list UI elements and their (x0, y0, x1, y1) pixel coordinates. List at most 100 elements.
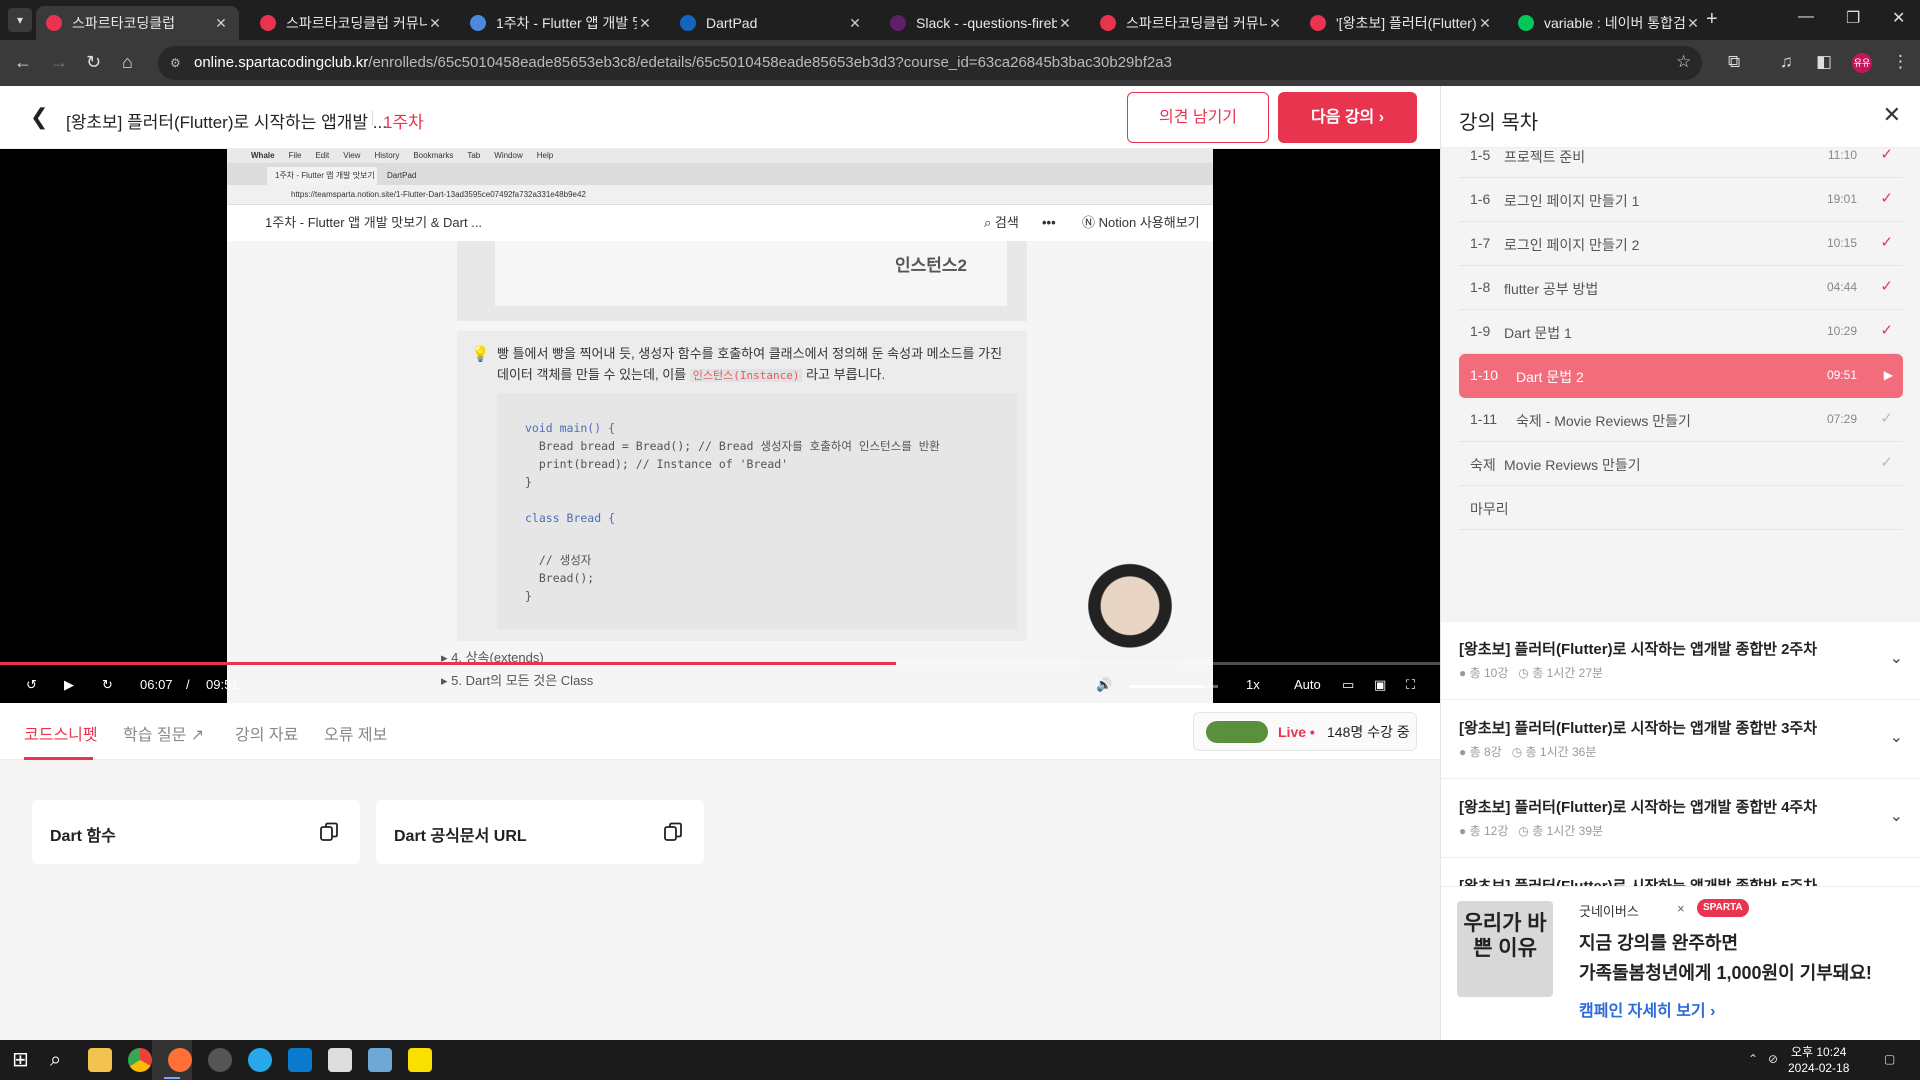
tab-materials[interactable]: 강의 자료 (235, 721, 298, 745)
browser-tab[interactable]: 1주차 - Flutter 앱 개발 및 ✕ (460, 6, 663, 40)
video-progress-fill (0, 662, 896, 665)
tab-close-icon[interactable]: ✕ (637, 15, 653, 32)
browser-tab[interactable]: 스파르타코딩클럽 커뮤니 ✕ (250, 6, 453, 40)
extensions-icon[interactable]: ⧉ (1728, 52, 1740, 72)
restore-button[interactable]: ❐ (1846, 8, 1860, 28)
tab-report-error[interactable]: 오류 제보 (324, 721, 387, 745)
tab-close-icon[interactable]: ✕ (427, 15, 443, 32)
kakaotalk-icon[interactable] (408, 1048, 432, 1072)
inner-url-bar: https://teamsparta.notion.site/1-Flutter… (227, 185, 1213, 205)
bookmark-star-icon[interactable]: ☆ (1676, 52, 1691, 72)
tab-search-menu-button[interactable]: ▾ (8, 8, 32, 32)
subtitles-icon[interactable]: ▭ (1342, 677, 1354, 693)
browser-tab[interactable]: '[왕초보] 플러터(Flutter) ✕ (1300, 6, 1503, 40)
fullscreen-icon[interactable]: ⛶ (1406, 677, 1415, 693)
chrome-icon[interactable] (128, 1048, 152, 1072)
rewind-10-icon[interactable]: ↺ (26, 677, 37, 693)
browser-tab[interactable]: 스파르타코딩클럽 ✕ (36, 6, 239, 40)
lesson-name: 프로젝트 준비 (1504, 149, 1586, 165)
week-accordion[interactable]: [왕초보] 플러터(Flutter)로 시작하는 앱개발 종합반 4주차 ● 총 … (1441, 780, 1920, 858)
tab-close-icon[interactable]: ✕ (1267, 15, 1283, 32)
windows-start-icon[interactable]: ⊞ (12, 1048, 36, 1072)
snippet-card[interactable]: Dart 함수 (32, 800, 360, 864)
browser-menu-icon[interactable]: ⋮ (1892, 52, 1909, 72)
lesson-item[interactable]: 1-11 숙제 - Movie Reviews 만들기 07:29 ✓ (1459, 398, 1903, 442)
volume-slider[interactable] (1130, 685, 1218, 688)
copy-icon[interactable] (664, 822, 682, 842)
favicon-icon (260, 15, 276, 31)
lesson-item[interactable]: 1-8 flutter 공부 방법 04:44 ✓ (1459, 266, 1903, 310)
campaign-link[interactable]: 캠페인 자세히 보기 › (1579, 997, 1715, 1021)
lesson-duration: 09:51 (1826, 368, 1857, 382)
app-icon[interactable] (368, 1048, 392, 1072)
browser-tab[interactable]: DartPad ✕ (670, 6, 873, 40)
speed-button[interactable]: 1x (1246, 677, 1260, 692)
tab-close-icon[interactable]: ✕ (213, 15, 229, 32)
snippets-panel: Dart 함수 Dart 공식문서 URL (0, 760, 1440, 1040)
favicon-icon (46, 15, 62, 31)
new-tab-button[interactable]: + (1706, 8, 1718, 31)
quality-button[interactable]: Auto (1294, 677, 1321, 692)
minimize-button[interactable]: — (1798, 8, 1814, 26)
tab-close-icon[interactable]: ✕ (1685, 15, 1701, 32)
site-info-icon[interactable]: ⚙ (170, 56, 181, 70)
system-clock[interactable]: 오후 10:24 2024-02-18 (1788, 1044, 1849, 1076)
notification-icon[interactable]: ▢ (1884, 1052, 1895, 1066)
side-panel-icon[interactable]: ◧ (1816, 52, 1832, 72)
tab-code-snippets[interactable]: 코드스니펫 (24, 721, 98, 745)
home-icon[interactable]: ⌂ (122, 52, 133, 73)
lesson-item[interactable]: 1-7 로그인 페이지 만들기 2 10:15 ✓ (1459, 222, 1903, 266)
back-arrow-icon[interactable]: ❮ (30, 104, 48, 130)
snippet-card[interactable]: Dart 공식문서 URL (376, 800, 704, 864)
tab-questions[interactable]: 학습 질문 ↗ (123, 721, 204, 745)
profile-avatar[interactable]: 유유 (1852, 53, 1872, 73)
next-lecture-button[interactable]: 다음 강의 › (1278, 92, 1417, 143)
play-icon[interactable]: ▶ (64, 677, 74, 693)
tab-title: 1주차 - Flutter 앱 개발 및 (496, 15, 637, 31)
feedback-button[interactable]: 의견 남기기 (1127, 92, 1269, 143)
week-accordion[interactable]: [왕초보] 플러터(Flutter)로 시작하는 앱개발 종합반 2주차 ● 총 … (1441, 622, 1920, 700)
tray-expand-icon[interactable]: ⌃ (1748, 1052, 1758, 1066)
reload-icon[interactable]: ↻ (86, 52, 101, 73)
lesson-item[interactable]: 1-9 Dart 문법 1 10:29 ✓ (1459, 310, 1903, 354)
instance-inner: 인스턴스2 (495, 241, 1007, 306)
check-icon: ✓ (1880, 146, 1893, 163)
address-bar[interactable]: online.spartacodingclub.kr/enrolleds/65c… (158, 46, 1702, 80)
theater-mode-icon[interactable]: ▣ (1374, 677, 1386, 693)
network-icon[interactable]: ⊘ (1768, 1052, 1778, 1066)
more-icon: ••• (1042, 215, 1056, 230)
video-progress-bar[interactable] (0, 662, 1440, 665)
browser-tab[interactable]: variable : 네이버 통합검 ✕ (1508, 6, 1711, 40)
live-label: Live • (1278, 724, 1315, 740)
media-controls-icon[interactable]: ♫ (1780, 52, 1793, 72)
lesson-item[interactable]: 숙제 Movie Reviews 만들기 ✓ (1459, 442, 1903, 486)
browser-tab[interactable]: 스파르타코딩클럽 커뮤니 ✕ (1090, 6, 1293, 40)
week-accordion[interactable]: [왕초보] 플러터(Flutter)로 시작하는 앱개발 종합반 3주차 ● 총 … (1441, 701, 1920, 779)
lesson-item[interactable]: 1-10 Dart 문법 2 09:51 ▶ (1459, 354, 1903, 398)
check-icon: ✓ (1880, 410, 1893, 427)
firefox-icon[interactable] (168, 1048, 192, 1072)
vscode-icon[interactable] (288, 1048, 312, 1072)
tab-close-icon[interactable]: ✕ (847, 15, 863, 32)
lesson-item[interactable]: 마무리 (1459, 486, 1903, 530)
obs-icon[interactable] (208, 1048, 232, 1072)
close-icon[interactable]: ✕ (1883, 102, 1901, 128)
lesson-item[interactable]: 1-5 프로젝트 준비 11:10 ✓ (1459, 134, 1903, 178)
forward-10-icon[interactable]: ↻ (102, 677, 113, 693)
notion-search-label: 검색 (994, 215, 1019, 230)
lesson-number: 1-10 (1470, 367, 1499, 383)
search-icon[interactable]: ⌕ (50, 1048, 74, 1072)
telegram-icon[interactable] (248, 1048, 272, 1072)
copy-icon[interactable] (320, 822, 338, 842)
notepad-icon[interactable] (328, 1048, 352, 1072)
lesson-item[interactable]: 1-6 로그인 페이지 만들기 1 19:01 ✓ (1459, 178, 1903, 222)
volume-icon[interactable]: 🔊 (1096, 677, 1112, 693)
back-icon[interactable]: ← (14, 52, 32, 73)
window-close-button[interactable]: ✕ (1892, 8, 1905, 28)
tab-close-icon[interactable]: ✕ (1057, 15, 1073, 32)
file-explorer-icon[interactable] (88, 1048, 112, 1072)
forward-icon[interactable]: → (50, 52, 68, 73)
tab-close-icon[interactable]: ✕ (1477, 15, 1493, 32)
video-player[interactable]: Whale File Edit View History Bookmarks Tab Wind… (0, 149, 1440, 703)
browser-tab[interactable]: Slack - -questions-fireba ✕ (880, 6, 1083, 40)
